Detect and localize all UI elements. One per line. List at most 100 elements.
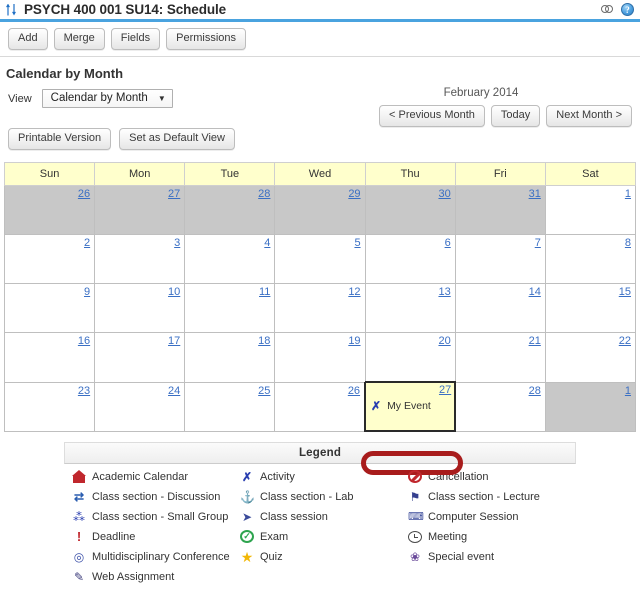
calendar-day-cell[interactable]: 8 — [544, 234, 637, 284]
day-number-link[interactable]: 24 — [168, 385, 180, 397]
day-number-link[interactable]: 7 — [535, 237, 541, 249]
set-default-view-button[interactable]: Set as Default View — [119, 128, 235, 150]
day-number-link[interactable]: 22 — [619, 335, 631, 347]
calendar-day-cell[interactable]: 29 — [274, 185, 366, 235]
calendar-day-cell[interactable]: 22 — [544, 332, 637, 383]
calendar-day-cell[interactable]: 13 — [364, 283, 456, 333]
calendar-day-cell[interactable]: 3 — [94, 234, 186, 284]
calendar-day-cell[interactable]: 12 — [274, 283, 366, 333]
day-number-link[interactable]: 27 — [439, 384, 451, 396]
calendar-weekday-sun: Sun — [3, 162, 96, 186]
day-number-link[interactable]: 21 — [529, 335, 541, 347]
calendar-day-cell[interactable]: 19 — [274, 332, 366, 383]
legend-item: Academic Calendar — [72, 468, 240, 485]
merge-button[interactable]: Merge — [53, 28, 105, 50]
day-number-link[interactable]: 4 — [264, 237, 270, 249]
day-number-link[interactable]: 9 — [84, 286, 90, 298]
calendar-day-cell[interactable]: 16 — [3, 332, 96, 383]
day-number-link[interactable]: 20 — [438, 335, 450, 347]
calendar-day-cell[interactable]: 4 — [184, 234, 276, 284]
calendar-day-cell[interactable]: 9 — [3, 283, 96, 333]
add-button[interactable]: Add — [8, 28, 48, 50]
calendar-day-cell[interactable]: 1 — [544, 185, 637, 235]
view-label: View — [8, 92, 32, 105]
day-number-link[interactable]: 31 — [529, 188, 541, 200]
view-select[interactable]: Calendar by Month ▼ — [41, 89, 173, 108]
legend-item-label: Multidisciplinary Conference — [92, 550, 230, 563]
calendar-day-cell[interactable]: 1 — [544, 381, 637, 432]
calendar-day-cell[interactable]: 31 — [454, 185, 546, 235]
globe-icon: ◎ — [73, 549, 85, 564]
calendar-day-cell[interactable]: 23 — [3, 381, 96, 432]
legend-item-label: Cancellation — [428, 470, 489, 483]
calendar-day-cell[interactable]: 11 — [184, 283, 276, 333]
day-number-link[interactable]: 26 — [348, 385, 360, 397]
legend-item: ✎ Web Assignment — [72, 568, 240, 585]
calendar-day-cell[interactable]: 20 — [364, 332, 456, 383]
calendar-day-cell[interactable]: 28 — [454, 381, 546, 432]
today-button[interactable]: Today — [490, 105, 541, 127]
legend-item-label: Meeting — [428, 530, 468, 543]
day-number-link[interactable]: 6 — [445, 237, 451, 249]
day-number-link[interactable]: 14 — [529, 286, 541, 298]
legend-item-empty — [240, 568, 408, 585]
day-number-link[interactable]: 27 — [168, 188, 180, 200]
previous-month-button[interactable]: < Previous Month — [379, 105, 485, 127]
help-icon[interactable]: ? — [621, 3, 634, 16]
day-number-link[interactable]: 2 — [84, 237, 90, 249]
day-number-link[interactable]: 12 — [348, 286, 360, 298]
day-number-link[interactable]: 1 — [625, 188, 631, 200]
calendar-day-cell[interactable]: 26 — [274, 381, 366, 432]
calendar-day-cell[interactable]: 27 ✗ My Event — [364, 381, 457, 432]
calendar-day-cell[interactable]: 5 — [274, 234, 366, 284]
calendar-day-cell[interactable]: 2 — [3, 234, 96, 284]
day-number-link[interactable]: 18 — [258, 335, 270, 347]
day-number-link[interactable]: 8 — [625, 237, 631, 249]
calendar-day-cell[interactable]: 6 — [364, 234, 456, 284]
calendar-day-cell[interactable]: 10 — [94, 283, 186, 333]
calendar-day-cell[interactable]: 24 — [94, 381, 186, 432]
day-number-link[interactable]: 13 — [438, 286, 450, 298]
fields-button[interactable]: Fields — [110, 28, 161, 50]
day-number-link[interactable]: 1 — [625, 385, 631, 397]
calendar-day-cell[interactable]: 18 — [184, 332, 276, 383]
day-number-link[interactable]: 19 — [348, 335, 360, 347]
day-number-link[interactable]: 3 — [174, 237, 180, 249]
arrows-icon: ⇄ — [73, 489, 85, 504]
day-number-link[interactable]: 15 — [619, 286, 631, 298]
calendar-day-cell[interactable]: 14 — [454, 283, 546, 333]
day-number-link[interactable]: 26 — [78, 188, 90, 200]
calendar-day-cell[interactable]: 28 — [184, 185, 276, 235]
legend-item: ⁂ Class section - Small Group — [72, 508, 240, 525]
calendar-day-cell[interactable]: 7 — [454, 234, 546, 284]
calendar-day-cell[interactable]: 17 — [94, 332, 186, 383]
day-number-link[interactable]: 28 — [258, 188, 270, 200]
next-month-button[interactable]: Next Month > — [546, 105, 632, 127]
day-number-link[interactable]: 25 — [258, 385, 270, 397]
calendar-day-cell[interactable]: 25 — [184, 381, 276, 432]
day-number-link[interactable]: 30 — [438, 188, 450, 200]
calendar-grid: Sun Mon Tue Wed Thu Fri Sat 26 27 28 29 30 31 1 2 3 4 5 6… — [3, 162, 637, 432]
day-number-link[interactable]: 16 — [78, 335, 90, 347]
calendar-day-cell[interactable]: 15 — [544, 283, 637, 333]
calendar-day-cell[interactable]: 26 — [3, 185, 96, 235]
calendar-day-cell[interactable]: 21 — [454, 332, 546, 383]
day-number-link[interactable]: 5 — [354, 237, 360, 249]
permissions-button[interactable]: Permissions — [166, 28, 247, 50]
day-number-link[interactable]: 11 — [259, 286, 270, 298]
day-number-link[interactable]: 28 — [529, 385, 541, 397]
legend-item-label: Class session — [260, 510, 328, 523]
link-icon[interactable] — [601, 5, 615, 14]
day-number-link[interactable]: 17 — [168, 335, 180, 347]
day-number-link[interactable]: 10 — [168, 286, 180, 298]
day-number-link[interactable]: 23 — [78, 385, 90, 397]
calendar-day-cell[interactable]: 30 — [364, 185, 456, 235]
printable-version-button[interactable]: Printable Version — [8, 128, 112, 150]
calendar-day-cell[interactable]: 27 — [94, 185, 186, 235]
legend-item: ⚑ Class section - Lecture — [408, 488, 576, 505]
day-number-link[interactable]: 29 — [348, 188, 360, 200]
legend-item-label: Class section - Small Group — [92, 510, 229, 523]
calendar-event[interactable]: ✗ My Event — [367, 399, 451, 413]
legend-item-label: Web Assignment — [92, 570, 175, 583]
star-icon: ★ — [240, 548, 254, 565]
